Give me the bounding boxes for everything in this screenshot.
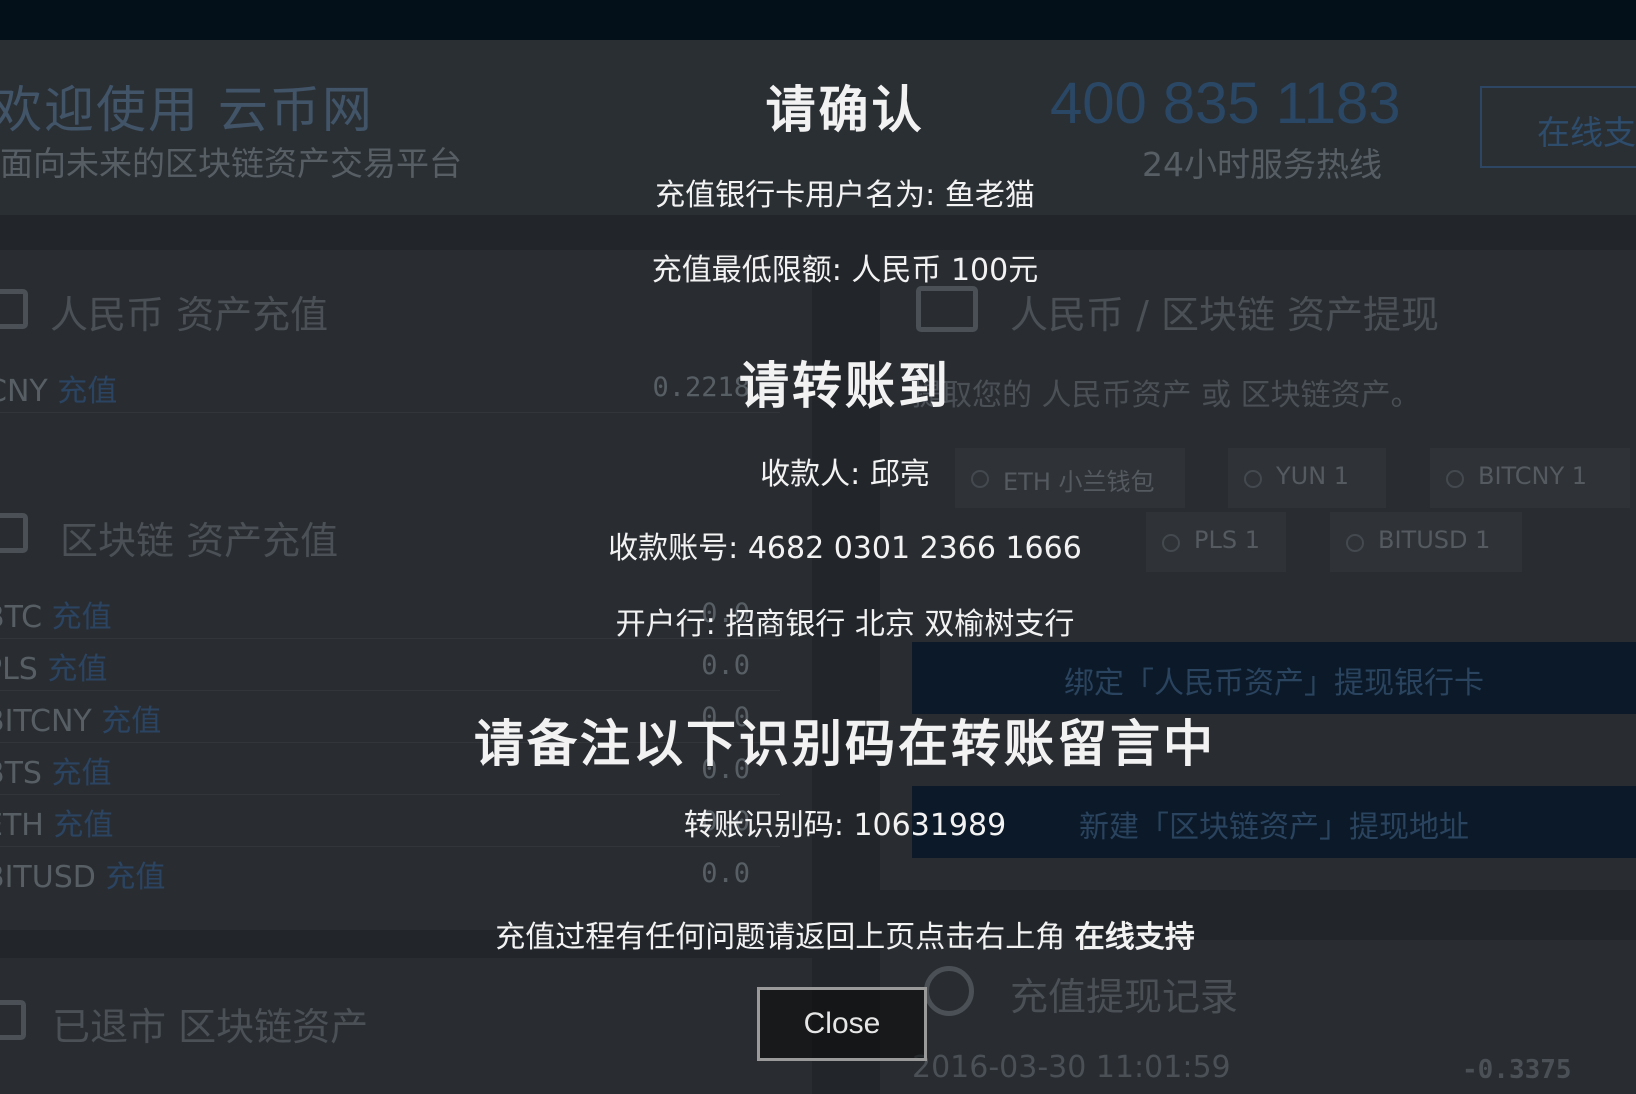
confirm-heading: 请确认 xyxy=(765,81,925,139)
help-text: 充值过程有任何问题请返回上页点击右上角 xyxy=(495,920,1075,955)
payee-line: 收款人: 邱亮 xyxy=(760,457,930,492)
bank-line: 开户行: 招商银行 北京 双榆树支行 xyxy=(615,607,1075,642)
deposit-confirm-modal: 请确认 充值银行卡用户名为: 鱼老猫 充值最低限额: 人民币 100元 请转账到… xyxy=(0,0,1636,1094)
help-line: 充值过程有任何问题请返回上页点击右上角 在线支持 xyxy=(0,912,1636,956)
memo-heading: 请备注以下识别码在转账留言中 xyxy=(474,715,1216,773)
account-name-line: 充值银行卡用户名为: 鱼老猫 xyxy=(655,178,1035,213)
transfer-code-line: 转账识别码: 10631989 xyxy=(683,808,1007,843)
min-amount-line: 充值最低限额: 人民币 100元 xyxy=(651,253,1039,288)
account-number-line: 收款账号: 4682 0301 2366 1666 xyxy=(608,531,1082,566)
close-button[interactable]: Close xyxy=(757,987,927,1061)
transfer-heading: 请转账到 xyxy=(739,357,951,415)
online-support-link[interactable]: 在线支持 xyxy=(1075,920,1195,955)
